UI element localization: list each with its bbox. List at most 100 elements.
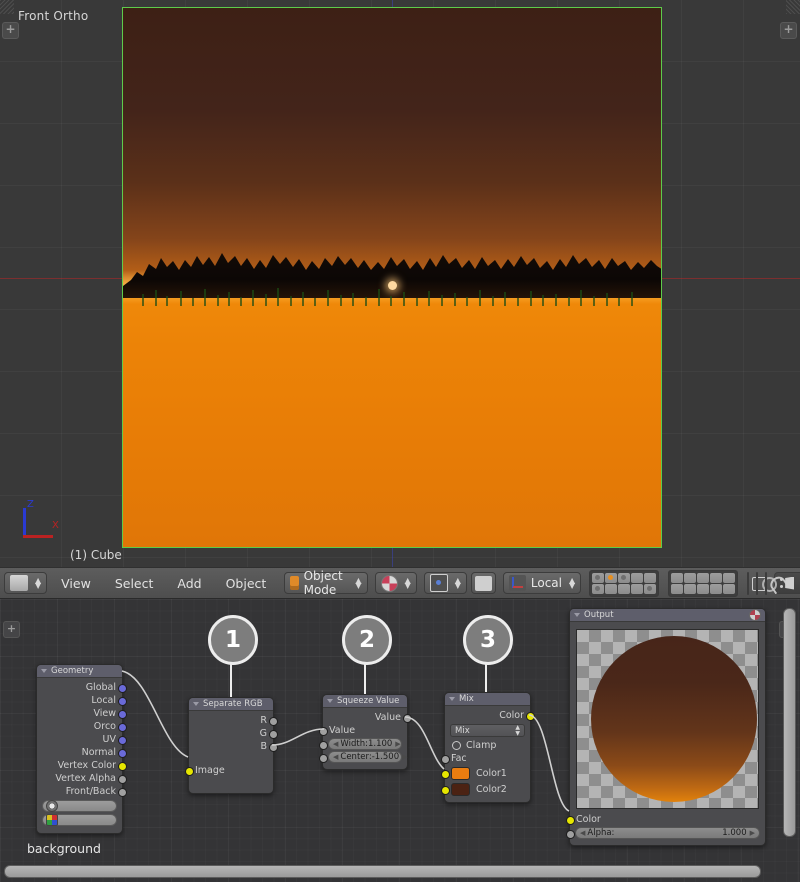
properties-toggle-plus-icon[interactable]: + <box>780 22 797 39</box>
input-socket[interactable] <box>441 755 450 764</box>
layer-cell[interactable] <box>644 584 656 594</box>
layer-cell[interactable] <box>592 573 604 583</box>
layer-cell[interactable] <box>710 573 722 583</box>
socket-row-vertex-color[interactable]: Vertex Color <box>37 759 122 772</box>
node-header[interactable]: Output <box>570 609 765 622</box>
interaction-mode-dropdown[interactable]: Object Mode ▲▼ <box>284 572 367 594</box>
clamp-checkbox[interactable] <box>452 741 461 750</box>
input-socket[interactable] <box>319 727 328 736</box>
input-socket[interactable] <box>566 816 575 825</box>
output-socket[interactable] <box>118 697 127 706</box>
width-field[interactable]: ◀ Width: 1.100 ▶ <box>328 738 402 750</box>
manipulator-toggle[interactable] <box>471 572 496 594</box>
socket-row-value-out[interactable]: Value <box>323 711 407 724</box>
snap-magnet-button[interactable] <box>765 572 767 595</box>
socket-row-color1[interactable]: Color1 <box>445 765 530 781</box>
socket-row-view[interactable]: View <box>37 707 122 720</box>
socket-row-color-out[interactable]: Color <box>445 709 530 722</box>
node-toolshelf-toggle-plus-icon[interactable]: + <box>3 621 20 638</box>
output-socket[interactable] <box>118 788 127 797</box>
output-socket[interactable] <box>118 723 127 732</box>
layer-cell[interactable] <box>631 584 643 594</box>
layer-cell[interactable] <box>697 584 709 594</box>
socket-row-normal[interactable]: Normal <box>37 746 122 759</box>
output-socket[interactable] <box>118 710 127 719</box>
menu-select[interactable]: Select <box>105 576 164 591</box>
alpha-field[interactable]: ◀ Alpha: 1.000 ▶ <box>575 827 760 839</box>
layer-cell[interactable] <box>671 584 683 594</box>
collapse-triangle-icon[interactable] <box>574 613 580 617</box>
uv-map-selector[interactable] <box>42 800 117 812</box>
node-header[interactable]: Mix <box>445 693 530 706</box>
output-socket[interactable] <box>269 743 278 752</box>
socket-row-image[interactable]: Image <box>189 764 273 777</box>
input-socket[interactable] <box>441 786 450 795</box>
menu-object[interactable]: Object <box>216 576 277 591</box>
input-socket[interactable] <box>185 767 194 776</box>
proportional-edit-button[interactable] <box>756 572 758 595</box>
output-socket[interactable] <box>118 775 127 784</box>
pivot-point-dropdown[interactable]: ▲▼ <box>424 572 467 594</box>
socket-row-value-in[interactable]: Value <box>323 724 407 737</box>
chevron-right-icon[interactable]: ▶ <box>395 740 400 748</box>
output-socket[interactable] <box>118 736 127 745</box>
layer-cell[interactable] <box>605 573 617 583</box>
socket-row-color2[interactable]: Color2 <box>445 781 530 797</box>
socket-row-vertex-alpha[interactable]: Vertex Alpha <box>37 772 122 785</box>
color1-swatch[interactable] <box>451 767 470 780</box>
socket-row-b[interactable]: B <box>189 740 273 753</box>
blend-mode-dropdown[interactable]: Mix ▲▼ <box>450 724 525 737</box>
output-socket[interactable] <box>118 684 127 693</box>
node-header[interactable]: Geometry <box>37 665 122 678</box>
output-socket[interactable] <box>118 762 127 771</box>
render-button[interactable] <box>747 572 749 595</box>
clamp-checkbox-row[interactable]: Clamp <box>445 739 530 752</box>
layer-cell[interactable] <box>605 584 617 594</box>
scene-layers-group-2[interactable] <box>668 570 738 597</box>
node-squeeze-value[interactable]: Squeeze Value Value Value ◀ Width: 1.100… <box>322 694 408 770</box>
3d-viewport[interactable]: Front Ortho + + <box>0 0 800 567</box>
chevron-right-icon[interactable]: ▶ <box>402 753 407 761</box>
scene-layers-group-1[interactable] <box>589 570 659 597</box>
viewport-shading-dropdown[interactable]: ▲▼ <box>375 572 417 594</box>
node-geometry[interactable]: Geometry Global Local View Orco UV Norma… <box>36 664 123 834</box>
layer-cell[interactable] <box>631 573 643 583</box>
node-header[interactable]: Separate RGB <box>189 698 273 711</box>
node-editor[interactable]: + + Geometry Global Local View Orco UV <box>0 599 800 882</box>
socket-row-r[interactable]: R <box>189 714 273 727</box>
area-corner-grip-topleft[interactable] <box>0 0 14 14</box>
collapse-triangle-icon[interactable] <box>41 669 47 673</box>
output-socket[interactable] <box>269 730 278 739</box>
output-socket[interactable] <box>118 749 127 758</box>
center-field[interactable]: ◀ Center: -1.500 ▶ <box>328 751 402 763</box>
vertex-color-selector[interactable] <box>42 814 117 826</box>
input-socket[interactable] <box>319 754 328 763</box>
editor-type-button[interactable]: ▲▼ <box>4 572 47 594</box>
socket-row-uv[interactable]: UV <box>37 733 122 746</box>
layer-cell[interactable] <box>723 573 735 583</box>
node-header[interactable]: Squeeze Value <box>323 695 407 708</box>
layer-cell[interactable] <box>618 573 630 583</box>
color2-swatch[interactable] <box>451 783 470 796</box>
layer-cell[interactable] <box>723 584 735 594</box>
layer-cell[interactable] <box>592 584 604 594</box>
chevron-right-icon[interactable]: ▶ <box>750 829 755 837</box>
node-output[interactable]: Output Color ◀ Alpha: 1.000 ▶ <box>569 608 766 846</box>
collapse-triangle-icon[interactable] <box>449 697 455 701</box>
layer-cell[interactable] <box>710 584 722 594</box>
chevron-left-icon[interactable]: ◀ <box>333 740 338 748</box>
output-socket[interactable] <box>526 712 535 721</box>
layer-cell[interactable] <box>697 573 709 583</box>
layer-cell[interactable] <box>618 584 630 594</box>
layer-cell[interactable] <box>644 573 656 583</box>
layer-cell[interactable] <box>684 573 696 583</box>
area-corner-grip-topright[interactable] <box>786 0 800 14</box>
collapse-triangle-icon[interactable] <box>193 702 199 706</box>
node-separate-rgb[interactable]: Separate RGB R G B Image <box>188 697 274 794</box>
layer-cell[interactable] <box>684 584 696 594</box>
input-socket[interactable] <box>441 770 450 779</box>
socket-row-g[interactable]: G <box>189 727 273 740</box>
node-editor-vertical-scrollbar[interactable] <box>783 608 796 837</box>
chevron-left-icon[interactable]: ◀ <box>333 753 338 761</box>
menu-view[interactable]: View <box>51 576 101 591</box>
